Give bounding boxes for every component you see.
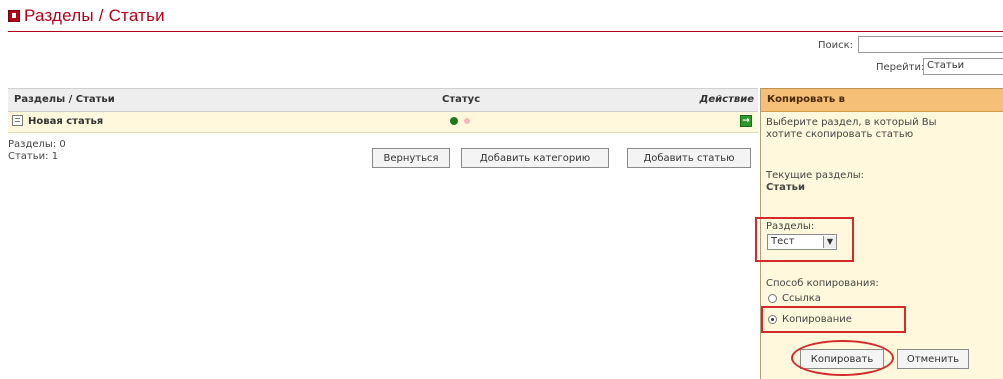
add-article-button[interactable]: Добавить статью [627,148,751,168]
article-icon [12,115,23,126]
table-row[interactable]: Новая статья → [8,112,758,133]
status-unpublished-icon[interactable] [464,118,470,124]
copy-panel-title: Копировать в [767,94,845,105]
copy-action-icon[interactable]: → [740,115,752,127]
search-input[interactable] [858,36,1003,53]
goto-selected-value: Статьи [927,60,965,71]
current-sections-value: Статьи [766,182,806,193]
page-header: Разделы / Статьи [8,6,165,26]
highlight-copy-button [791,340,894,376]
goto-label: Перейти: [876,62,925,73]
section-icon [8,10,20,22]
radio-link[interactable] [768,294,777,303]
column-header-status: Статус [442,94,481,105]
page-title: Разделы / Статьи [24,6,165,25]
title-underline [8,31,1003,32]
highlight-sections [755,217,854,262]
status-published-icon[interactable] [450,117,458,125]
cancel-button[interactable]: Отменить [897,349,969,369]
add-category-button[interactable]: Добавить категорию [461,148,609,168]
option-link-label: Ссылка [782,293,821,304]
column-header-actions: Действие [699,94,754,105]
article-title[interactable]: Новая статья [28,116,103,127]
copy-panel-header: Копировать в [761,89,1003,112]
copy-method-label: Способ копирования: [766,278,879,289]
stats: Разделы: 0 Статьи: 1 [8,139,66,163]
table-header: Разделы / Статьи Статус Действие [8,88,758,112]
copy-instructions-line-2: хотите скопировать статью [766,129,914,140]
search-label: Поиск: [818,40,854,51]
back-button[interactable]: Вернуться [372,148,450,168]
copy-instructions-line-1: Выберите раздел, в который Вы [766,117,937,128]
current-sections: Текущие разделы: Статьи [766,170,864,194]
column-header-title: Разделы / Статьи [14,94,115,105]
copy-instructions: Выберите раздел, в который Вы хотите ско… [766,117,937,141]
highlight-copy-option [761,306,906,333]
current-sections-label: Текущие разделы: [766,170,864,181]
articles-count: Статьи: 1 [8,151,59,162]
sections-count: Разделы: 0 [8,139,66,150]
goto-select[interactable]: Статьи [923,58,1003,75]
